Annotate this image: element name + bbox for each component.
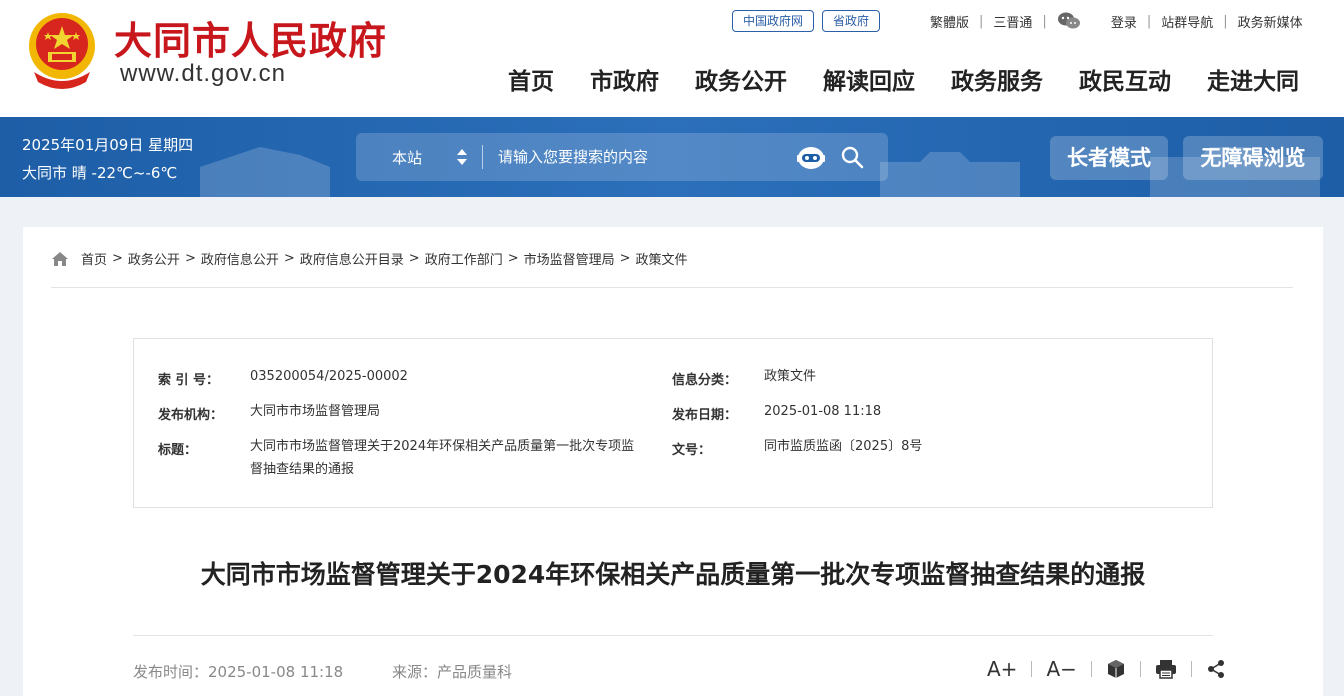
breadcrumb-separator: > xyxy=(408,251,420,266)
doc-number-value: 同市监质监函〔2025〕8号 xyxy=(764,439,923,454)
article-source: 来源：产品质量科 xyxy=(392,663,513,681)
title-value: 大同市市场监督管理关于2024年环保相关产品质量第一批次专项监督抽查结果的通报 xyxy=(250,439,635,477)
breadcrumb-separator: > xyxy=(507,251,519,266)
accessible-browse-button[interactable]: 无障碍浏览 xyxy=(1183,136,1323,180)
main-nav: 首页 市政府 政务公开 解读回应 政务服务 政民互动 走进大同 xyxy=(490,62,1317,96)
separator: | xyxy=(979,13,984,29)
breadcrumb-home[interactable]: 首页 xyxy=(81,249,107,268)
nav-gov-affairs[interactable]: 政务公开 xyxy=(695,62,787,96)
publish-date-value: 2025-01-08 11:18 xyxy=(764,404,882,419)
publisher-value: 大同市市场监督管理局 xyxy=(250,404,381,419)
font-increase-button[interactable]: A+ xyxy=(987,657,1017,681)
top-tags: 中国政府网 省政府 xyxy=(732,10,881,32)
search-box: 本站 xyxy=(356,133,888,181)
publish-time: 发布时间：2025-01-08 11:18 xyxy=(133,663,344,681)
print-icon[interactable] xyxy=(1155,659,1177,679)
province-gov-link[interactable]: 省政府 xyxy=(822,10,881,32)
breadcrumb-separator: > xyxy=(112,251,123,266)
nav-home[interactable]: 首页 xyxy=(508,62,554,96)
site-header: 大同市人民政府 www.dt.gov.cn 中国政府网 省政府 繁體版 | 三晋… xyxy=(0,0,1344,117)
search-icon[interactable] xyxy=(840,145,864,169)
divider xyxy=(482,145,483,169)
separator: | xyxy=(1042,13,1047,29)
publisher-label: 发布机构： xyxy=(158,408,224,423)
search-input[interactable] xyxy=(498,142,788,172)
breadcrumb-separator: > xyxy=(283,251,295,266)
breadcrumb-separator: > xyxy=(184,251,196,266)
nav-city-gov[interactable]: 市政府 xyxy=(590,62,659,96)
new-media-link[interactable]: 政务新媒体 xyxy=(1238,12,1303,31)
document-meta-table: 索 引 号： 035200054/2025-00002 信息分类： 政策文件 发… xyxy=(133,338,1213,508)
article-tools: A+ A− xyxy=(987,657,1226,681)
home-icon[interactable] xyxy=(51,251,69,267)
site-url: www.dt.gov.cn xyxy=(120,60,286,87)
sanjintong-link[interactable]: 三晋通 xyxy=(993,12,1032,31)
divider xyxy=(133,635,1213,636)
weather-info: 大同市 晴 -22℃~-6℃ xyxy=(22,164,178,182)
divider xyxy=(51,287,1293,288)
site-title[interactable]: 大同市人民政府 xyxy=(114,10,387,65)
top-links: 繁體版 | 三晋通 | 登录 | 站群导航 | 政务新媒体 xyxy=(930,10,1303,32)
nav-interaction[interactable]: 政民互动 xyxy=(1079,62,1171,96)
current-date: 2025年01月09日 星期四 xyxy=(22,136,194,154)
separator xyxy=(1031,661,1033,677)
robot-assistant-icon[interactable] xyxy=(796,143,826,171)
doc-number-label: 文号： xyxy=(672,443,712,458)
index-number-label: 索 引 号： xyxy=(158,373,220,388)
font-decrease-button[interactable]: A− xyxy=(1046,657,1076,681)
separator: | xyxy=(1223,13,1228,29)
separator xyxy=(1090,661,1092,677)
traditional-chinese-link[interactable]: 繁體版 xyxy=(930,12,969,31)
article-title: 大同市市场监督管理关于2024年环保相关产品质量第一批次专项监督抽查结果的通报 xyxy=(200,560,1146,589)
site-group-nav-link[interactable]: 站群导航 xyxy=(1161,12,1213,31)
share-icon[interactable] xyxy=(1206,659,1226,679)
breadcrumb-separator: > xyxy=(619,251,631,266)
wechat-icon[interactable] xyxy=(1057,11,1081,31)
separator xyxy=(1139,661,1141,677)
national-emblem-icon xyxy=(29,13,95,89)
breadcrumb: 首页 > 政务公开 > 政府信息公开 > 政府信息公开目录 > 政府工作部门 >… xyxy=(51,249,688,268)
breadcrumb-departments[interactable]: 政府工作部门 xyxy=(425,249,503,268)
elder-mode-button[interactable]: 长者模式 xyxy=(1050,136,1168,180)
article-container: 首页 > 政务公开 > 政府信息公开 > 政府信息公开目录 > 政府工作部门 >… xyxy=(23,227,1323,696)
login-link[interactable]: 登录 xyxy=(1111,12,1137,31)
title-label: 标题： xyxy=(158,443,198,458)
search-banner: 2025年01月09日 星期四 大同市 晴 -22℃~-6℃ 本站 长者模式 无… xyxy=(0,117,1344,197)
breadcrumb-market-bureau[interactable]: 市场监督管理局 xyxy=(524,249,615,268)
nav-interpretation[interactable]: 解读回应 xyxy=(823,62,915,96)
updown-arrow-icon[interactable] xyxy=(456,147,468,167)
category-value: 政策文件 xyxy=(764,369,817,384)
category-label: 信息分类： xyxy=(672,373,738,388)
breadcrumb-gov-affairs[interactable]: 政务公开 xyxy=(128,249,180,268)
nav-about-datong[interactable]: 走进大同 xyxy=(1207,62,1299,96)
cube-icon[interactable] xyxy=(1106,659,1126,679)
search-scope-select[interactable]: 本站 xyxy=(392,147,422,168)
separator xyxy=(1190,661,1192,677)
breadcrumb-info-disclosure[interactable]: 政府信息公开 xyxy=(201,249,279,268)
separator: | xyxy=(1146,13,1152,29)
publish-date-label: 发布日期： xyxy=(672,408,738,423)
nav-services[interactable]: 政务服务 xyxy=(951,62,1043,96)
china-gov-link[interactable]: 中国政府网 xyxy=(732,10,815,32)
breadcrumb-policy-docs[interactable]: 政策文件 xyxy=(636,249,688,268)
breadcrumb-disclosure-catalog[interactable]: 政府信息公开目录 xyxy=(300,249,404,268)
index-number-value: 035200054/2025-00002 xyxy=(250,369,408,384)
